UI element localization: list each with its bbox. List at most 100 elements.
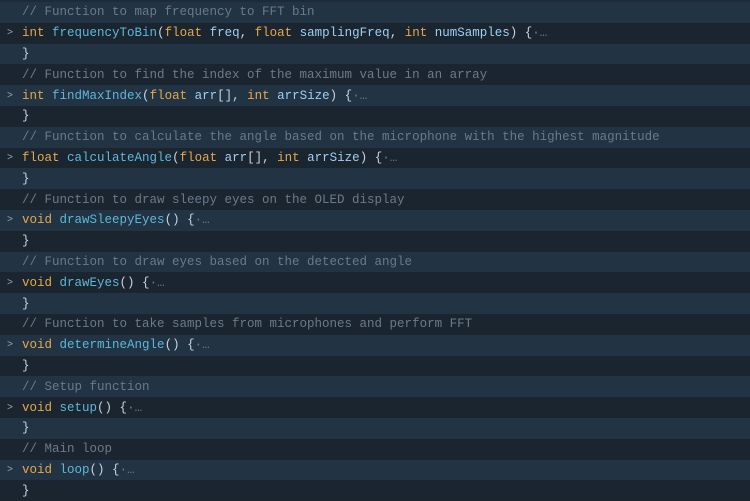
- punctuation: () {: [90, 463, 120, 477]
- code-line[interactable]: }: [0, 293, 750, 314]
- type-keyword: int: [22, 89, 45, 103]
- code-line[interactable]: > void setup() {·…: [0, 397, 750, 418]
- fold-toggle-icon[interactable]: >: [0, 147, 20, 169]
- parameter-name: arr: [225, 151, 248, 165]
- code-line[interactable]: }: [0, 356, 750, 377]
- punctuation: ,: [240, 26, 255, 40]
- fold-toggle-icon[interactable]: >: [0, 209, 20, 231]
- punctuation: }: [22, 484, 30, 498]
- code-line[interactable]: // Function to find the index of the max…: [0, 64, 750, 85]
- punctuation: [60, 151, 68, 165]
- code-content[interactable]: }: [20, 418, 750, 438]
- type-keyword: float: [150, 89, 188, 103]
- code-content[interactable]: // Function to find the index of the max…: [20, 65, 750, 85]
- fold-toggle-icon[interactable]: >: [0, 459, 20, 481]
- chevron-right-icon: >: [7, 403, 13, 414]
- code-line[interactable]: }: [0, 44, 750, 65]
- fold-toggle-icon[interactable]: >: [0, 22, 20, 44]
- code-line[interactable]: > int findMaxIndex(float arr[], int arrSi…: [0, 85, 750, 106]
- comment-text: // Function to map frequency to FFT bin: [22, 5, 315, 19]
- code-line[interactable]: }: [0, 231, 750, 252]
- code-content[interactable]: }: [20, 356, 750, 376]
- function-name: drawSleepyEyes: [60, 213, 165, 227]
- code-content[interactable]: void loop() {·…: [20, 460, 750, 480]
- code-line[interactable]: >float calculateAngle(float arr[], int a…: [0, 148, 750, 169]
- code-line[interactable]: >void determineAngle() {·…: [0, 335, 750, 356]
- code-content[interactable]: void setup() {·…: [20, 398, 750, 418]
- punctuation: [52, 401, 60, 415]
- code-content[interactable]: void drawSleepyEyes() {·…: [20, 210, 750, 230]
- type-keyword: float: [165, 26, 203, 40]
- chevron-right-icon: >: [7, 278, 13, 289]
- fold-toggle-icon[interactable]: >: [0, 334, 20, 356]
- chevron-right-icon: >: [7, 465, 13, 476]
- fold-toggle-icon[interactable]: >: [0, 85, 20, 107]
- function-name: findMaxIndex: [52, 89, 142, 103]
- punctuation: (: [172, 151, 180, 165]
- code-content[interactable]: int frequencyToBin(float freq, float sam…: [20, 23, 750, 43]
- punctuation: }: [22, 234, 30, 248]
- punctuation: }: [22, 109, 30, 123]
- code-content[interactable]: // Main loop: [20, 439, 750, 459]
- code-content[interactable]: }: [20, 44, 750, 64]
- code-content[interactable]: // Function to calculate the angle based…: [20, 127, 750, 147]
- code-content[interactable]: int findMaxIndex(float arr[], int arrSiz…: [20, 86, 750, 106]
- code-content[interactable]: // Setup function: [20, 377, 750, 397]
- code-line[interactable]: >void drawSleepyEyes() {·…: [0, 210, 750, 231]
- code-line[interactable]: }: [0, 168, 750, 189]
- comment-text: // Function to find the index of the max…: [22, 68, 487, 82]
- punctuation: [45, 89, 53, 103]
- type-keyword: float: [255, 26, 293, 40]
- comment-text: // Function to calculate the angle based…: [22, 130, 660, 144]
- function-name: determineAngle: [60, 338, 165, 352]
- punctuation: [],: [247, 151, 277, 165]
- code-line[interactable]: >int frequencyToBin(float freq, float sa…: [0, 23, 750, 44]
- folded-indicator-icon: ·…: [195, 338, 210, 352]
- comment-text: // Main loop: [22, 442, 112, 456]
- folded-indicator-icon: ·…: [150, 276, 165, 290]
- punctuation: ,: [390, 26, 405, 40]
- code-content[interactable]: // Function to draw sleepy eyes on the O…: [20, 190, 750, 210]
- code-line[interactable]: // Function to draw eyes based on the de…: [0, 252, 750, 273]
- type-keyword: int: [405, 26, 428, 40]
- code-content[interactable]: // Function to draw eyes based on the de…: [20, 252, 750, 272]
- code-content[interactable]: // Function to take samples from microph…: [20, 314, 750, 334]
- code-content[interactable]: }: [20, 231, 750, 251]
- code-line[interactable]: // Function to calculate the angle based…: [0, 127, 750, 148]
- punctuation: [52, 213, 60, 227]
- code-content[interactable]: // Function to map frequency to FFT bin: [20, 2, 750, 22]
- punctuation: ) {: [510, 26, 533, 40]
- code-line[interactable]: // Setup function: [0, 376, 750, 397]
- punctuation: () {: [97, 401, 127, 415]
- function-name: frequencyToBin: [52, 26, 157, 40]
- punctuation: () {: [165, 338, 195, 352]
- code-line[interactable]: }: [0, 418, 750, 439]
- code-content[interactable]: }: [20, 169, 750, 189]
- code-content[interactable]: }: [20, 481, 750, 501]
- code-line[interactable]: // Function to map frequency to FFT bin: [0, 2, 750, 23]
- punctuation: [52, 463, 60, 477]
- parameter-name: arr: [195, 89, 218, 103]
- code-line[interactable]: > void loop() {·…: [0, 460, 750, 481]
- chevron-right-icon: >: [7, 91, 13, 102]
- code-content[interactable]: void determineAngle() {·…: [20, 335, 750, 355]
- code-line[interactable]: }: [0, 106, 750, 127]
- code-line[interactable]: // Function to take samples from microph…: [0, 314, 750, 335]
- punctuation: [45, 26, 53, 40]
- fold-toggle-icon[interactable]: >: [0, 397, 20, 419]
- type-keyword: float: [22, 151, 60, 165]
- punctuation: () {: [165, 213, 195, 227]
- code-line[interactable]: }: [0, 480, 750, 501]
- fold-toggle-icon[interactable]: >: [0, 272, 20, 294]
- code-content[interactable]: }: [20, 294, 750, 314]
- code-line[interactable]: // Main loop: [0, 439, 750, 460]
- keyword: void: [22, 463, 52, 477]
- code-content[interactable]: float calculateAngle(float arr[], int ar…: [20, 148, 750, 168]
- code-line[interactable]: > void drawEyes() {·…: [0, 272, 750, 293]
- parameter-name: arrSize: [277, 89, 330, 103]
- folded-indicator-icon: ·…: [120, 463, 135, 477]
- code-content[interactable]: }: [20, 106, 750, 126]
- code-editor[interactable]: // Function to map frequency to FFT bin>…: [0, 2, 750, 501]
- code-line[interactable]: // Function to draw sleepy eyes on the O…: [0, 189, 750, 210]
- code-content[interactable]: void drawEyes() {·…: [20, 273, 750, 293]
